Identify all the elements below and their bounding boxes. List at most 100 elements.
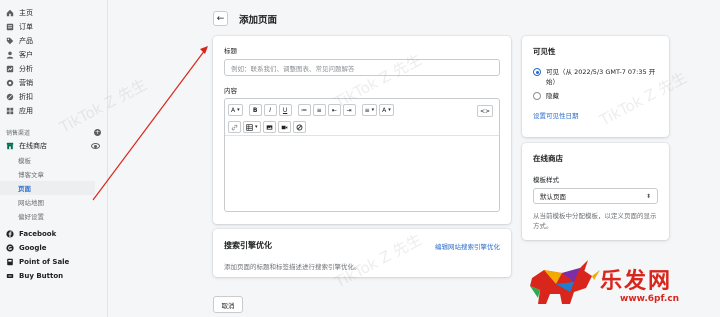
image-icon — [266, 124, 272, 130]
sidebar-item-products[interactable]: 产品 — [0, 34, 107, 48]
video-icon — [281, 125, 287, 129]
numbered-list-button[interactable]: ≡ — [312, 104, 326, 116]
sidebar-subitem-blog-posts[interactable]: 博客文章 — [0, 167, 107, 181]
page-form-card: 标题 例如：联系我们、调整图表、常见问题解答 内容 A ▾ B I U ≔ ≡ ⇤… — [213, 36, 511, 224]
italic-button[interactable]: I — [263, 104, 277, 116]
pos-icon — [6, 258, 14, 266]
sidebar-item-apps[interactable]: 应用 — [0, 104, 107, 118]
insert-link-button[interactable] — [228, 121, 241, 133]
template-select-value: 默认页面 — [540, 193, 566, 201]
table-icon — [246, 123, 253, 131]
sidebar-item-marketing[interactable]: 营销 — [0, 76, 107, 90]
link-icon — [231, 124, 238, 130]
template-description: 从当前模板中分配模板，以定义页面的显示方式。 — [533, 212, 657, 230]
edit-seo-link[interactable]: 编辑网站搜索引擎优化 — [435, 241, 500, 251]
bold-label: B — [252, 106, 258, 114]
align-icon: ≡ — [364, 106, 370, 114]
sidebar-item-label: Facebook — [19, 230, 57, 238]
set-visibility-date-link[interactable]: 设置可见性日期 — [533, 110, 658, 120]
insert-table-dropdown[interactable]: ▾ — [243, 121, 261, 133]
font-format-label: A — [231, 106, 236, 114]
seo-description: 添加页面的标题和标签描述进行搜索引擎优化。 — [224, 263, 361, 271]
insert-image-button[interactable] — [262, 121, 276, 133]
editor-toolbar: A ▾ B I U ≔ ≡ ⇤ ⇥ ≡ ▾ A ▾ ▾ <> — [225, 99, 499, 136]
indent-icon: ⇥ — [346, 106, 352, 114]
sidebar-item-facebook[interactable]: Facebook — [0, 227, 107, 241]
clear-format-icon — [296, 124, 302, 130]
clear-format-button[interactable] — [292, 121, 306, 133]
sidebar-item-google[interactable]: G Google — [0, 241, 107, 255]
marketing-icon — [6, 79, 14, 87]
code-icon: <> — [479, 107, 490, 115]
sidebar-item-point-of-sale[interactable]: Point of Sale — [0, 255, 107, 269]
add-channel-icon[interactable]: + — [94, 129, 101, 136]
visible-radio[interactable] — [533, 68, 541, 76]
font-format-dropdown[interactable]: A ▾ — [228, 104, 243, 116]
sidebar-item-label: Google — [19, 244, 47, 252]
outdent-button[interactable]: ⇤ — [327, 104, 341, 116]
chevron-down-icon: ▾ — [388, 107, 391, 113]
template-select[interactable]: 默认页面 ⬍ — [533, 188, 658, 204]
sales-channels-header: 销售渠道 + — [0, 126, 107, 139]
seo-card: 搜索引擎优化 编辑网站搜索引擎优化 添加页面的标题和标签描述进行搜索引擎优化。 — [213, 229, 511, 277]
online-store-title: 在线商店 — [533, 154, 563, 163]
show-html-button[interactable]: <> — [476, 105, 493, 117]
orders-icon — [6, 23, 14, 31]
page-title: 添加页面 — [239, 15, 278, 26]
sidebar-subitem-preferences[interactable]: 偏好设置 — [0, 209, 107, 223]
back-button[interactable]: ← — [213, 11, 228, 26]
analytics-icon — [6, 65, 14, 73]
underline-label: U — [282, 106, 288, 114]
chevron-down-icon: ▾ — [237, 107, 240, 113]
chevron-down-icon: ▾ — [255, 124, 258, 130]
title-label: 标题 — [224, 47, 237, 55]
select-chevron-icon: ⬍ — [645, 192, 651, 200]
cancel-button[interactable]: 取消 — [213, 296, 243, 313]
visibility-title: 可见性 — [533, 47, 556, 56]
chevron-down-icon: ▾ — [371, 107, 375, 113]
editor-content-area[interactable] — [225, 136, 499, 211]
google-icon: G — [6, 244, 14, 252]
sidebar-item-customers[interactable]: 客户 — [0, 48, 107, 62]
visible-option[interactable]: 可见（从 2022/5/3 GMT-7 07:35 开始） — [533, 67, 658, 87]
content-label: 内容 — [224, 87, 237, 95]
sidebar-item-home[interactable]: 主页 — [0, 6, 107, 20]
eye-icon[interactable] — [91, 143, 100, 149]
sidebar-subitem-themes[interactable]: 模板 — [0, 153, 107, 167]
bullet-list-button[interactable]: ≔ — [297, 104, 311, 116]
sidebar-item-label: Buy Button — [19, 272, 64, 280]
sidebar-item-online-store[interactable]: 在线商店 — [0, 139, 107, 153]
outdent-icon: ⇤ — [331, 106, 337, 114]
sidebar-item-discounts[interactable]: 折扣 — [0, 90, 107, 104]
align-dropdown[interactable]: ≡ ▾ — [361, 104, 378, 116]
underline-button[interactable]: U — [278, 104, 292, 116]
brand-name: 乐发网 — [600, 268, 673, 294]
facebook-icon — [6, 230, 14, 238]
bold-button[interactable]: B — [248, 104, 262, 116]
text-color-dropdown[interactable]: A ▾ — [379, 104, 394, 116]
customer-icon — [6, 51, 14, 59]
sidebar-item-label: Point of Sale — [19, 258, 70, 266]
hidden-radio-label: 隐藏 — [546, 92, 559, 100]
sidebar-item-orders[interactable]: 订单 — [0, 20, 107, 34]
sidebar: 主页 订单 产品 客户 分析 营销 折扣 应用 销售渠道 + 在线商店 模板 博… — [0, 0, 108, 317]
bullet-list-icon: ≔ — [301, 106, 308, 114]
sidebar-item-buy-button[interactable]: Buy Button — [0, 269, 107, 283]
indent-button[interactable]: ⇥ — [342, 104, 356, 116]
sidebar-subitem-navigation[interactable]: 网站地图 — [0, 195, 107, 209]
insert-video-button[interactable] — [277, 121, 291, 133]
hidden-option[interactable]: 隐藏 — [533, 91, 658, 101]
sidebar-item-label: 分析 — [19, 65, 33, 73]
sidebar-item-label: 客户 — [19, 51, 33, 59]
sidebar-item-label: 折扣 — [19, 93, 33, 101]
hidden-radio[interactable] — [533, 92, 541, 100]
title-input[interactable]: 例如：联系我们、调整图表、常见问题解答 — [224, 59, 500, 76]
discount-icon — [6, 93, 14, 101]
template-label: 模板样式 — [533, 176, 559, 184]
visibility-card: 可见性 可见（从 2022/5/3 GMT-7 07:35 开始） 隐藏 设置可… — [522, 36, 669, 137]
apps-icon — [6, 107, 14, 115]
sidebar-subitem-pages[interactable]: 页面 — [0, 181, 95, 195]
sidebar-item-analytics[interactable]: 分析 — [0, 62, 107, 76]
sidebar-item-label: 产品 — [19, 37, 33, 45]
rich-text-editor: A ▾ B I U ≔ ≡ ⇤ ⇥ ≡ ▾ A ▾ ▾ <> — [224, 98, 500, 212]
